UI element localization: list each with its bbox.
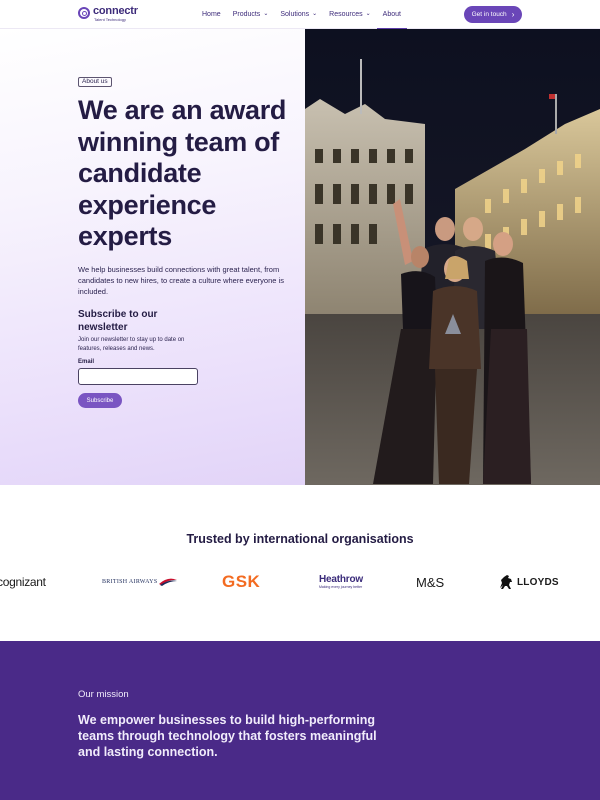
subscribe-description: Join our newsletter to stay up to date o… <box>78 337 185 352</box>
connectr-logo-icon <box>78 7 90 19</box>
chevron-down-icon: ⌄ <box>365 11 371 17</box>
hero-description: We help businesses build connections wit… <box>78 265 284 296</box>
top-nav: connectr Talent Technology Home Products… <box>0 0 600 30</box>
nav-solutions[interactable]: Solutions ⌄ <box>274 0 323 29</box>
logo-tagline: Talent Technology <box>94 17 126 22</box>
nav-home[interactable]: Home <box>196 0 227 29</box>
get-in-touch-button[interactable]: Get in touch › <box>464 6 522 23</box>
nav-about-label: About <box>382 11 401 18</box>
speedmarque-icon <box>159 578 178 586</box>
team-photo-image <box>305 29 600 485</box>
mission-statement: We empower businesses to build high-perf… <box>78 713 377 759</box>
ms-logo-text: M&S <box>416 574 445 590</box>
subscribe-button[interactable]: Subscribe <box>78 393 122 408</box>
client-logo-row: cognizant BRITISH AIRWAYS GSK Heathrow M… <box>0 568 600 596</box>
lloyds-horse-icon <box>500 575 512 589</box>
nav-home-label: Home <box>202 11 221 18</box>
email-label: Email <box>78 359 95 365</box>
mission-section: Our mission We empower businesses to bui… <box>0 641 600 800</box>
lloyds-logo: LLOYDS <box>498 568 559 596</box>
lloyds-logo-text: LLOYDS <box>517 576 559 588</box>
connectr-logo[interactable]: connectr Talent Technology <box>78 6 138 22</box>
chevron-down-icon: ⌄ <box>312 11 318 17</box>
get-in-touch-label: Get in touch <box>471 11 507 18</box>
email-field[interactable] <box>78 368 198 385</box>
heathrow-logo-text: Heathrow <box>319 573 363 585</box>
chevron-right-icon: › <box>511 10 515 19</box>
nav-resources-label: Resources <box>329 11 363 18</box>
gsk-logo-text: GSK <box>222 572 261 591</box>
nav-solutions-label: Solutions <box>280 11 310 18</box>
gsk-logo: GSK <box>222 568 260 596</box>
heathrow-logo-tagline: Making every journey better <box>319 584 363 589</box>
subscribe-title: Subscribe to our newsletter <box>78 309 158 333</box>
ms-logo: M&S <box>416 568 444 596</box>
chevron-down-icon: ⌄ <box>263 11 269 17</box>
heathrow-logo: Heathrow Making every journey better <box>319 568 363 596</box>
british-airways-logo: BRITISH AIRWAYS <box>102 568 178 596</box>
cognizant-logo-text: cognizant <box>0 575 46 589</box>
nav-products[interactable]: Products ⌄ <box>227 0 275 29</box>
mission-label: Our mission <box>78 689 129 700</box>
team-photo <box>305 29 600 485</box>
about-us-badge: About us <box>78 77 112 87</box>
nav-products-label: Products <box>232 11 261 18</box>
cognizant-logo: cognizant <box>0 568 46 596</box>
nav-links: Home Products ⌄ Solutions ⌄ Resources ⌄ Abo… <box>196 0 408 30</box>
logo-name: connectr <box>93 5 138 17</box>
nav-about[interactable]: About <box>376 0 408 30</box>
hero-title: We are an award winning team of candidat… <box>78 95 287 251</box>
british-airways-logo-text: BRITISH AIRWAYS <box>102 579 158 585</box>
nav-resources[interactable]: Resources ⌄ <box>323 0 377 29</box>
trusted-title: Trusted by international organisations <box>186 532 414 546</box>
